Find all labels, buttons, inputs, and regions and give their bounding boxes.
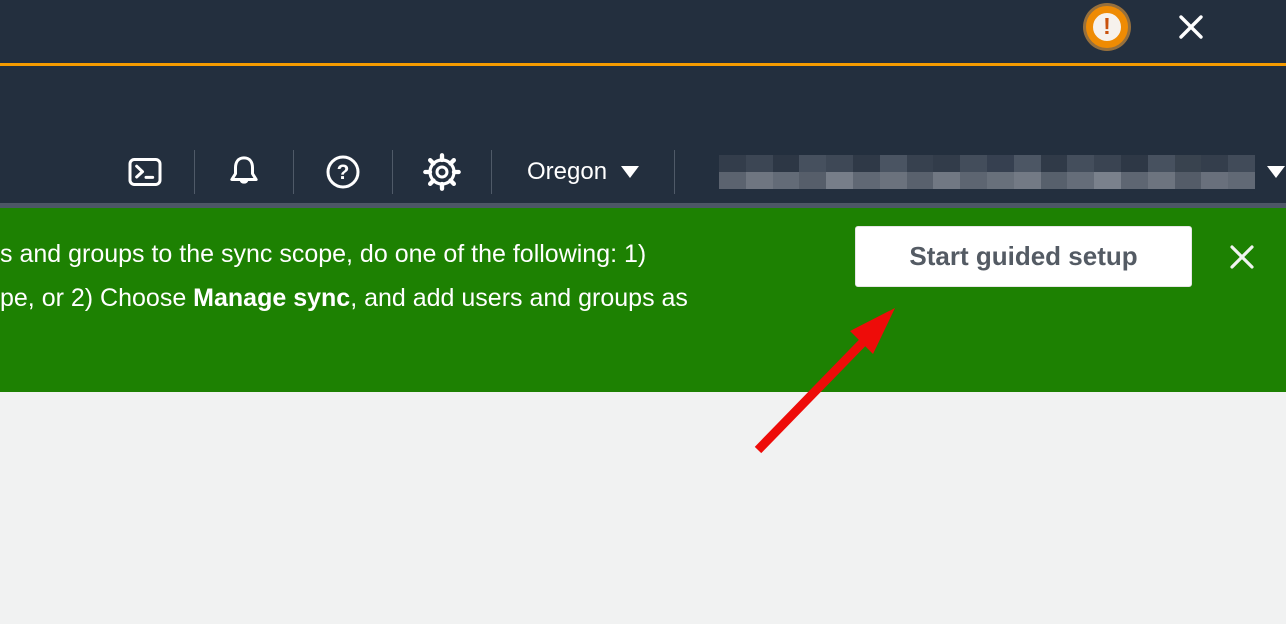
console-navbar: ? Oregon: [0, 66, 1286, 203]
help-icon: ?: [323, 152, 363, 192]
page-content-area: [0, 392, 1286, 624]
navbar-utilities: ? Oregon: [125, 150, 1285, 194]
nav-divider: [491, 150, 492, 194]
svg-text:?: ?: [337, 161, 350, 184]
cloudshell-icon: [125, 152, 165, 192]
help-button[interactable]: ?: [323, 152, 363, 192]
nav-divider: [392, 150, 393, 194]
region-selector[interactable]: Oregon: [527, 158, 639, 186]
start-guided-setup-button[interactable]: Start guided setup: [855, 226, 1192, 287]
top-notification-bar: !: [0, 0, 1286, 63]
cloudshell-button[interactable]: [125, 152, 165, 192]
notifications-button[interactable]: [224, 152, 264, 192]
warning-icon[interactable]: !: [1086, 6, 1128, 48]
region-label: Oregon: [527, 158, 607, 186]
banner-message: s and groups to the sync scope, do one o…: [0, 232, 688, 320]
nav-divider: [194, 150, 195, 194]
banner-close-icon[interactable]: [1226, 241, 1258, 273]
redacted-account-info: [719, 155, 1255, 189]
gear-icon: [422, 152, 462, 192]
sync-setup-banner: s and groups to the sync scope, do one o…: [0, 208, 1286, 392]
chevron-down-icon: [621, 166, 639, 178]
banner-message-line2: pe, or 2) Choose Manage sync, and add us…: [0, 276, 688, 320]
banner-message-line1: s and groups to the sync scope, do one o…: [0, 232, 688, 276]
bell-icon: [224, 152, 264, 192]
close-icon[interactable]: [1174, 10, 1208, 44]
nav-divider: [674, 150, 675, 194]
chevron-down-icon: [1267, 166, 1285, 178]
account-menu[interactable]: [719, 155, 1285, 189]
warning-glyph: !: [1103, 15, 1111, 38]
settings-button[interactable]: [422, 152, 462, 192]
nav-divider: [293, 150, 294, 194]
